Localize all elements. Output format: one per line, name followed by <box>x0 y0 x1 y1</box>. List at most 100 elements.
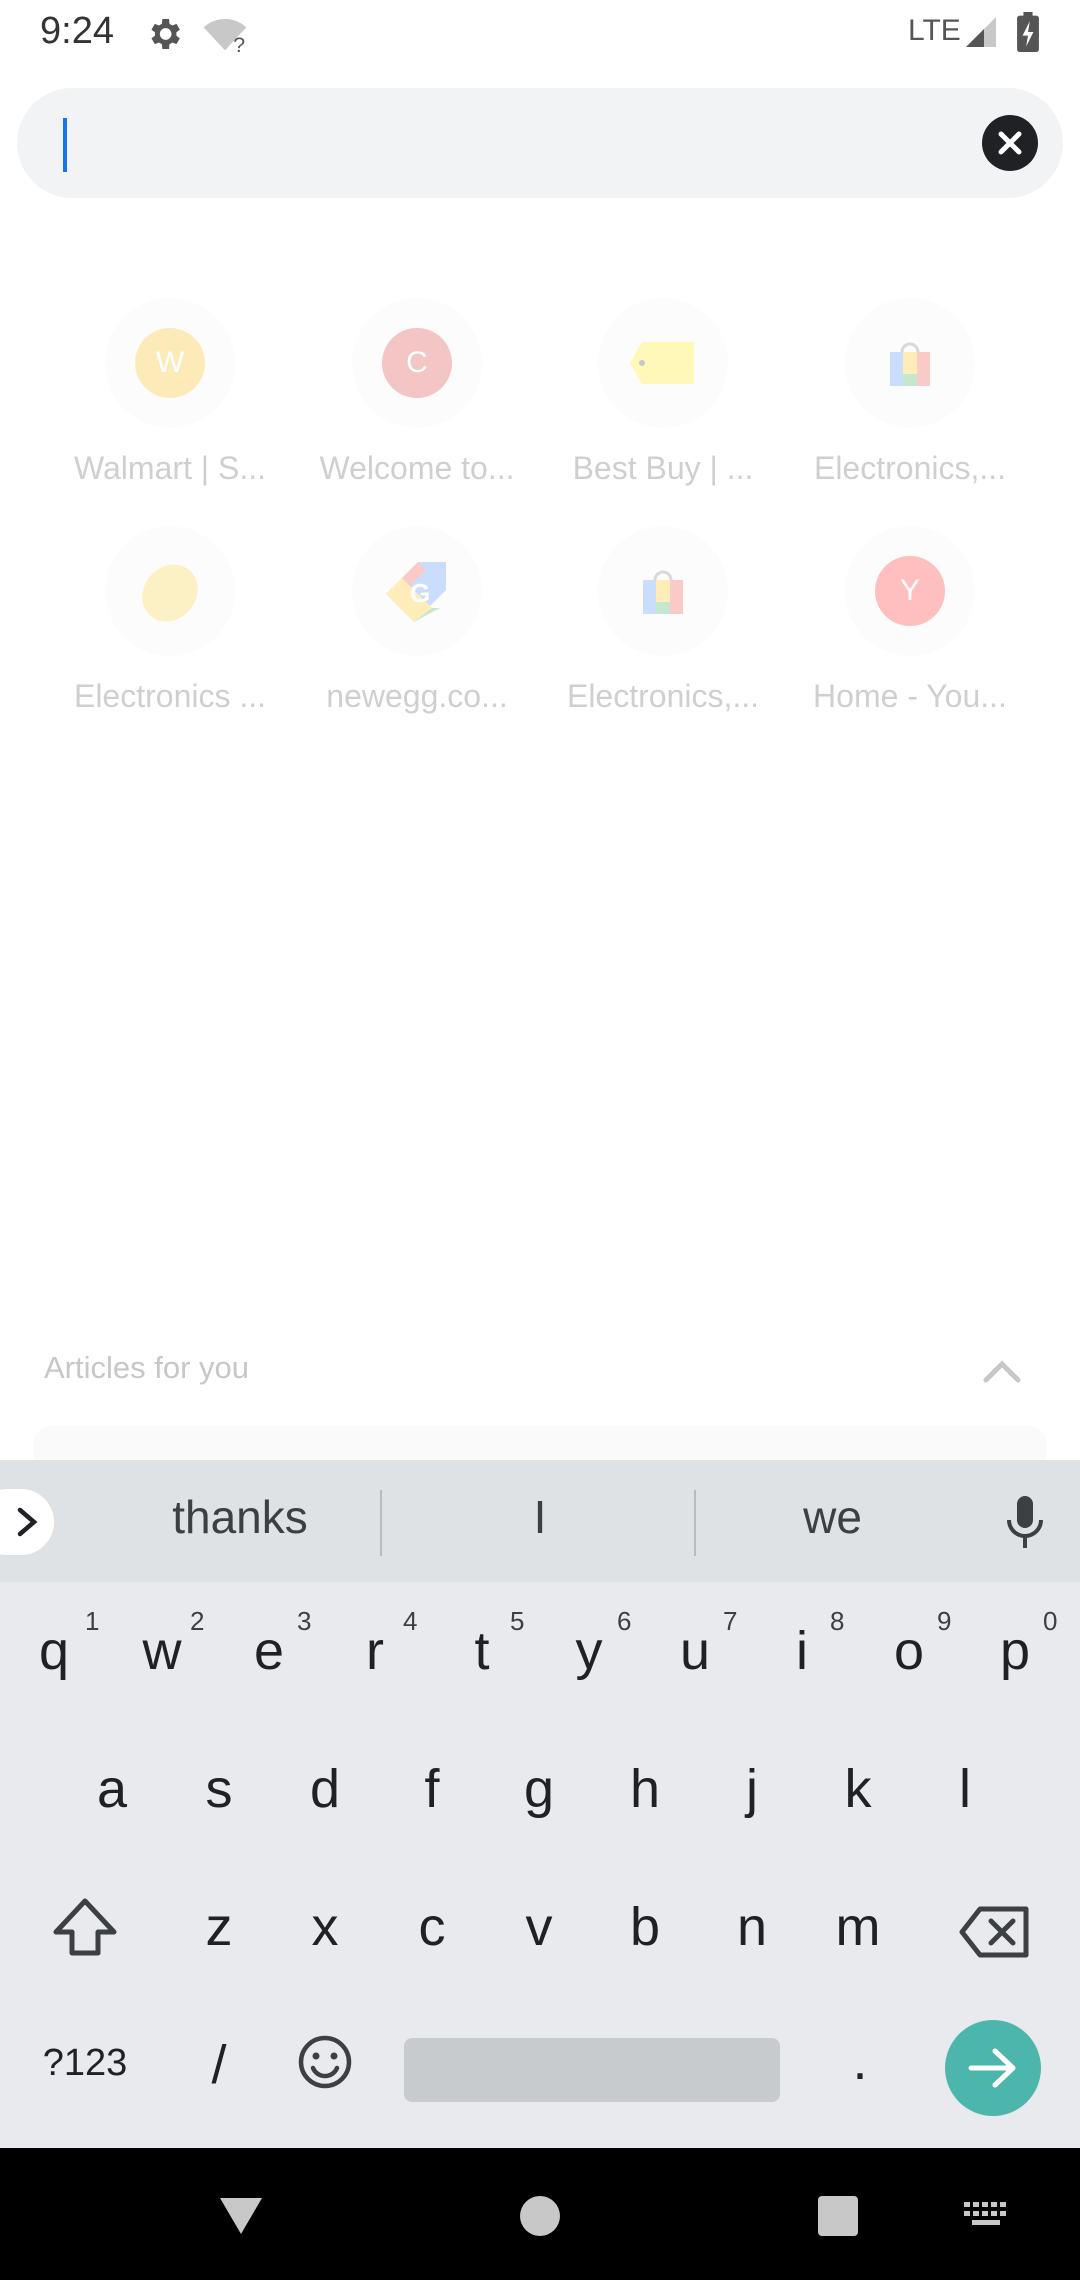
chevron-right-icon <box>17 1507 38 1537</box>
tile-walmart[interactable]: W Walmart | S... <box>50 290 290 490</box>
key-k[interactable]: k <box>818 1758 898 1820</box>
emoji-key[interactable] <box>290 2032 360 2102</box>
microphone-icon[interactable] <box>1000 1492 1050 1552</box>
key-u[interactable]: u7 <box>655 1606 738 1682</box>
tile-label: Walmart | S... <box>73 450 267 486</box>
suggestion-2[interactable]: I <box>390 1490 690 1554</box>
signal-icon <box>966 17 996 47</box>
clear-search-button[interactable] <box>982 115 1038 171</box>
tile-icon-container: W <box>105 298 235 428</box>
key-label: r <box>366 1621 384 1681</box>
tile-youtube[interactable]: Y Home - You... <box>790 518 1030 718</box>
backspace-key[interactable] <box>950 1904 1040 1964</box>
key-e[interactable]: e3 <box>229 1606 312 1682</box>
home-icon[interactable] <box>518 2194 562 2238</box>
back-icon[interactable] <box>216 2194 266 2238</box>
tile-icon-container <box>598 526 728 656</box>
key-m[interactable]: m <box>818 1896 898 1958</box>
letter-icon: C <box>382 328 452 398</box>
key-h[interactable]: h <box>605 1758 685 1820</box>
symbols-key[interactable]: ?123 <box>30 2042 140 2085</box>
key-label: o <box>893 1621 925 1681</box>
key-l[interactable]: l <box>925 1758 1005 1820</box>
navigation-bar <box>0 2148 1080 2280</box>
tile-label: Welcome to... <box>319 450 515 486</box>
key-z[interactable]: z <box>179 1896 259 1958</box>
key-hint: 4 <box>403 1606 418 1636</box>
status-bar: 9:24 ? LTE <box>0 0 1080 66</box>
tile-label: newegg.co... <box>326 678 508 714</box>
key-f[interactable]: f <box>392 1758 472 1820</box>
close-icon <box>998 131 1022 155</box>
key-hint: 5 <box>510 1606 525 1636</box>
key-s[interactable]: s <box>179 1758 259 1820</box>
key-label: y <box>575 1621 603 1681</box>
key-label: q <box>38 1621 70 1681</box>
space-key[interactable] <box>404 2038 780 2102</box>
network-type: LTE <box>908 14 961 47</box>
tile-label: Electronics ... <box>73 678 267 714</box>
key-d[interactable]: d <box>285 1758 365 1820</box>
tile-best-buy[interactable]: Best Buy | ... <box>543 290 783 490</box>
keyboard-icon[interactable] <box>964 2202 1008 2232</box>
emoji-icon <box>298 2035 352 2089</box>
suggestion-strip: thanks I we <box>0 1460 1080 1582</box>
recents-icon[interactable] <box>816 2194 860 2238</box>
tag-icon <box>630 342 694 384</box>
key-c[interactable]: c <box>392 1896 472 1958</box>
tile-electronics-1[interactable]: Electronics,... <box>790 290 1030 490</box>
key-period[interactable]: . <box>820 2030 900 2092</box>
chevron-up-icon[interactable] <box>980 1352 1024 1388</box>
key-v[interactable]: v <box>499 1896 579 1958</box>
tile-electronics-3[interactable]: Electronics,... <box>543 518 783 718</box>
gear-icon <box>151 19 180 49</box>
key-hint: 8 <box>830 1606 845 1636</box>
key-r[interactable]: r4 <box>335 1606 417 1682</box>
key-hint: 6 <box>617 1606 632 1636</box>
key-hint: 9 <box>937 1606 952 1636</box>
key-t[interactable]: t5 <box>442 1606 524 1682</box>
shopping-bag-icon <box>890 342 930 386</box>
key-g[interactable]: g <box>499 1758 579 1820</box>
key-label: t <box>474 1621 490 1681</box>
shopping-bag-icon <box>643 570 683 614</box>
expand-toolbar-button[interactable] <box>0 1489 54 1555</box>
key-j[interactable]: j <box>712 1758 792 1820</box>
go-key[interactable] <box>945 2020 1041 2116</box>
google-shopping-icon: G <box>386 562 446 622</box>
search-input[interactable] <box>63 110 967 178</box>
tile-welcome[interactable]: C Welcome to... <box>297 290 537 490</box>
key-o[interactable]: o9 <box>869 1606 952 1682</box>
tile-icon-container <box>598 298 728 428</box>
key-y[interactable]: y6 <box>549 1606 632 1682</box>
tile-label: Home - You... <box>813 678 1007 714</box>
letter-icon: Y <box>875 556 945 626</box>
suggestion-3[interactable]: we <box>690 1490 975 1554</box>
status-time: 9:24 <box>40 10 114 52</box>
search-bar[interactable] <box>17 88 1063 198</box>
key-hint: 7 <box>723 1606 738 1636</box>
key-b[interactable]: b <box>605 1896 685 1958</box>
key-p[interactable]: p0 <box>975 1606 1058 1682</box>
key-w[interactable]: w2 <box>122 1606 205 1682</box>
key-i[interactable]: i8 <box>762 1606 844 1682</box>
key-q[interactable]: q1 <box>14 1606 100 1682</box>
shift-key[interactable] <box>30 1896 140 1968</box>
key-a[interactable]: a <box>72 1758 152 1820</box>
tile-icon-container <box>105 526 235 656</box>
key-label: e <box>253 1621 285 1681</box>
suggestion-1[interactable]: thanks <box>90 1490 390 1554</box>
arrow-right-icon <box>968 2048 1016 2088</box>
egg-icon <box>142 564 198 622</box>
tile-newegg[interactable]: G newegg.co... <box>297 518 537 718</box>
key-label: p <box>999 1621 1031 1681</box>
svg-text:G: G <box>410 578 430 608</box>
battery-charging-icon <box>1017 12 1039 52</box>
key-x[interactable]: x <box>285 1896 365 1958</box>
key-slash[interactable]: / <box>179 2034 259 2096</box>
svg-text:?: ? <box>233 33 245 54</box>
tile-electronics-2[interactable]: Electronics ... <box>50 518 290 718</box>
tile-icon-container: C <box>352 298 482 428</box>
tile-label: Electronics,... <box>813 450 1007 486</box>
key-n[interactable]: n <box>712 1896 792 1958</box>
